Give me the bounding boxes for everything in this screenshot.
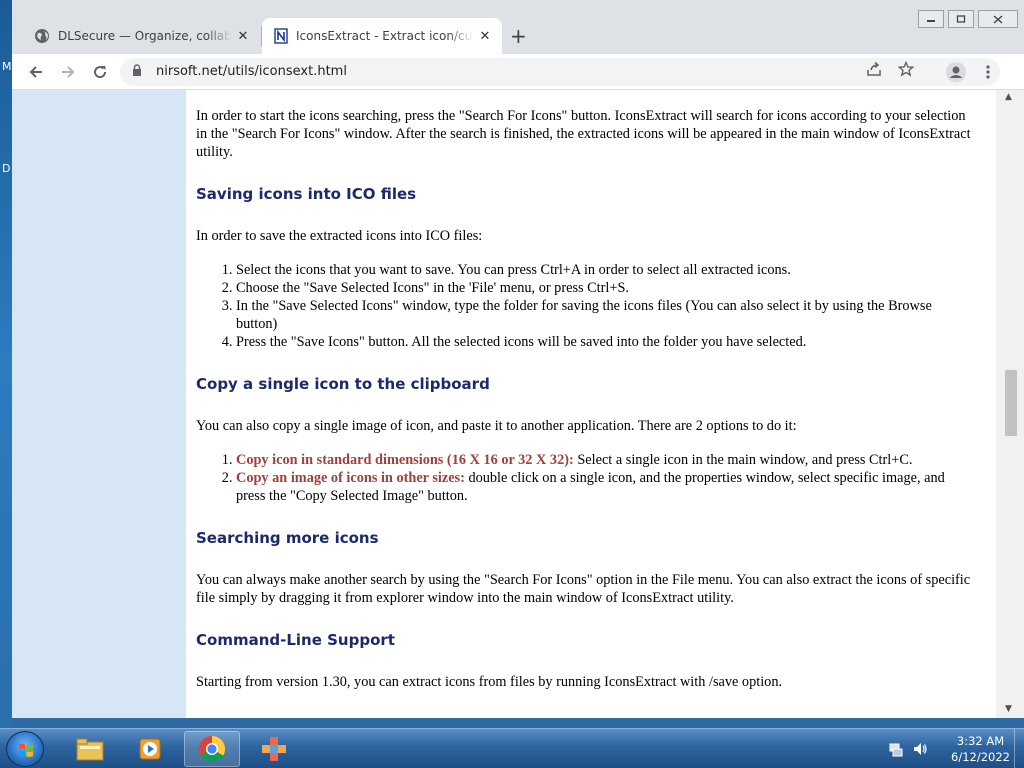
network-icon[interactable]: [888, 741, 904, 757]
tab-title: DLSecure — Organize, collaborate: [58, 29, 232, 43]
url-text: nirsoft.net/utils/iconsext.html: [156, 64, 347, 79]
vertical-scrollbar[interactable]: ▲ ▼: [996, 90, 1024, 718]
desktop-background: M D: [0, 0, 12, 728]
scroll-thumb[interactable]: [1005, 370, 1017, 436]
close-tab-icon[interactable]: ✕: [474, 29, 496, 44]
section-heading-saving: Saving icons into ICO files: [196, 185, 417, 203]
maximize-icon: [956, 15, 966, 23]
search-paragraph: You can always make another search by us…: [196, 572, 971, 606]
taskbar-app[interactable]: [246, 731, 302, 767]
command-line-paragraph: Starting from version 1.30, you can extr…: [196, 674, 783, 690]
section-heading-searching: Searching more icons: [196, 529, 379, 547]
folder-icon: [76, 738, 104, 761]
reload-icon: [94, 66, 107, 79]
save-steps-list: Select the icons that you want to save. …: [196, 261, 976, 351]
copy-options-list: Copy icon in standard dimensions (16 X 1…: [196, 451, 976, 505]
profile-avatar-icon: [946, 62, 966, 82]
intro-paragraph: In order to start the icons searching, p…: [196, 108, 971, 160]
nirsoft-icon: [274, 28, 288, 44]
page-viewport[interactable]: In order to start the icons searching, p…: [12, 90, 996, 718]
minimize-button[interactable]: [918, 10, 944, 28]
desktop-icon-label: D: [2, 162, 11, 175]
chrome-icon: [199, 735, 226, 763]
copy-intro: You can also copy a single image of icon…: [196, 418, 797, 434]
lock-icon: [133, 64, 141, 76]
section-heading-command-line: Command-Line Support: [196, 631, 395, 649]
tab-iconsextract[interactable]: IconsExtract - Extract icon/cursor ✕: [262, 18, 502, 54]
clock-time: 3:32 AM: [956, 734, 1005, 748]
minimize-icon: [927, 20, 935, 22]
taskbar: 3:32 AM 6/12/2022: [0, 728, 1024, 768]
back-button[interactable]: [24, 60, 48, 84]
article-content: In order to start the icons searching, p…: [196, 90, 976, 707]
list-item: In the "Save Selected Icons" window, typ…: [236, 297, 976, 333]
windows-logo-icon: [19, 743, 33, 757]
new-tab-button[interactable]: +: [510, 24, 527, 48]
reload-button[interactable]: [88, 60, 112, 84]
tab-strip: DLSecure — Organize, collaborate ✕ Icons…: [12, 0, 1024, 54]
close-window-button[interactable]: [978, 10, 1018, 28]
address-bar[interactable]: nirsoft.net/utils/iconsext.html: [120, 58, 1000, 86]
globe-icon: [35, 29, 49, 43]
tab-dlsecure[interactable]: DLSecure — Organize, collaborate ✕: [22, 18, 260, 54]
list-item: Copy icon in standard dimensions (16 X 1…: [236, 451, 976, 469]
option-title: Copy an image of icons in other sizes:: [236, 470, 465, 486]
section-heading-copy: Copy a single icon to the clipboard: [196, 375, 490, 393]
volume-icon[interactable]: [912, 741, 928, 757]
kebab-menu-icon: [986, 65, 990, 79]
start-button[interactable]: [6, 731, 44, 767]
option-text: Select a single icon in the main window,…: [573, 452, 913, 468]
clock[interactable]: 3:32 AM 6/12/2022: [951, 733, 1010, 765]
forward-button[interactable]: [56, 60, 80, 84]
show-desktop-button[interactable]: [1014, 729, 1024, 768]
share-icon[interactable]: [866, 61, 882, 81]
option-title: Copy icon in standard dimensions (16 X 1…: [236, 452, 574, 468]
list-item: Select the icons that you want to save. …: [236, 261, 976, 279]
window-controls: [914, 10, 1018, 28]
scroll-down-icon[interactable]: ▼: [1005, 704, 1012, 714]
page-sidebar: [12, 90, 186, 718]
bookmark-star-icon[interactable]: [897, 60, 915, 81]
save-intro: In order to save the extracted icons int…: [196, 228, 483, 244]
list-item: Choose the "Save Selected Icons" in the …: [236, 279, 976, 297]
forward-arrow-icon: [62, 66, 75, 78]
media-player-icon: [139, 738, 161, 760]
clock-date: 6/12/2022: [951, 750, 1010, 764]
desktop-icon-label: M: [2, 60, 12, 73]
app-cross-icon: [262, 737, 286, 761]
profile-button[interactable]: [944, 60, 968, 84]
browser-toolbar: nirsoft.net/utils/iconsext.html: [12, 54, 1024, 90]
taskbar-media-player[interactable]: [122, 731, 178, 767]
close-icon: [993, 14, 1003, 24]
list-item: Copy an image of icons in other sizes: d…: [236, 469, 976, 505]
system-tray: [888, 741, 928, 757]
taskbar-explorer[interactable]: [62, 731, 118, 767]
list-item: Press the "Save Icons" button. All the s…: [236, 333, 976, 351]
browser-window: DLSecure — Organize, collaborate ✕ Icons…: [12, 0, 1024, 718]
scroll-up-icon[interactable]: ▲: [1005, 92, 1012, 102]
back-arrow-icon: [29, 66, 42, 78]
maximize-button[interactable]: [948, 10, 974, 28]
taskbar-chrome[interactable]: [184, 731, 240, 767]
menu-button[interactable]: [976, 60, 1000, 84]
close-tab-icon[interactable]: ✕: [232, 29, 254, 44]
tab-title: IconsExtract - Extract icon/cursor: [296, 29, 474, 43]
